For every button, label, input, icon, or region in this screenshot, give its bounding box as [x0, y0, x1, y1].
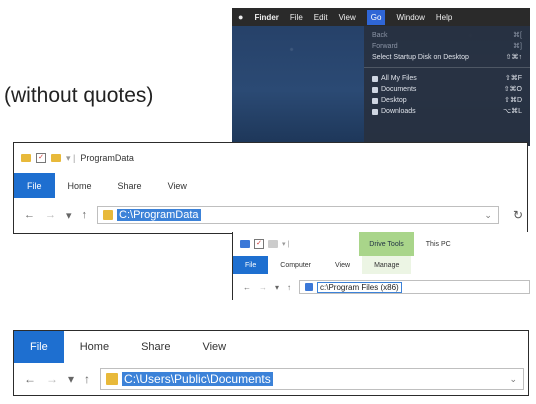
chevron-down-icon[interactable]: ⌄: [509, 374, 517, 385]
tab-computer[interactable]: Computer: [268, 256, 323, 274]
menu-item-documents[interactable]: Documents ⇧⌘O: [364, 84, 530, 95]
tab-share[interactable]: Share: [125, 331, 186, 363]
without-quotes-note: (without quotes): [4, 84, 154, 107]
menu-go[interactable]: Go: [366, 9, 386, 25]
desktop-icon: [372, 97, 378, 104]
explorer-window-public-documents: File Home Share View ← → ▾ ↑ C:\Users\Pu…: [13, 330, 529, 396]
window-title: ProgramData: [80, 153, 134, 163]
address-bar[interactable]: C:\ProgramData ⌄: [97, 206, 499, 224]
menu-item-forward[interactable]: Forward ⌘]: [364, 41, 530, 52]
menu-item-back[interactable]: Back ⌘[: [364, 30, 530, 41]
documents-icon: [372, 86, 378, 93]
address-path[interactable]: C:\ProgramData: [117, 209, 201, 221]
tab-manage[interactable]: Manage: [362, 256, 412, 274]
tab-file[interactable]: File: [233, 256, 269, 274]
recent-dropdown-icon[interactable]: ▾: [68, 372, 74, 386]
quick-access-dropdown-icon[interactable]: ▾ |: [282, 240, 289, 248]
address-bar[interactable]: c:\Program Files (x86): [299, 280, 530, 294]
go-dropdown: Back ⌘[ Forward ⌘] Select Startup Disk o…: [364, 26, 530, 146]
address-path[interactable]: c:\Program Files (x86): [317, 281, 402, 293]
menu-item-downloads[interactable]: Downloads ⌥⌘L: [364, 106, 530, 117]
refresh-icon[interactable]: ↻: [513, 208, 523, 222]
back-arrow-icon[interactable]: ←: [24, 209, 35, 221]
menu-item-desktop[interactable]: Desktop ⇧⌘D: [364, 95, 530, 106]
back-arrow-icon[interactable]: ←: [24, 372, 36, 386]
menu-help[interactable]: Help: [436, 13, 452, 22]
properties-icon[interactable]: ✓: [254, 239, 264, 249]
recent-dropdown-icon[interactable]: ▾: [66, 209, 72, 222]
menu-file[interactable]: File: [290, 13, 303, 22]
explorer-window-this-pc: ✓ ▾ | Drive Tools This PC File Computer …: [232, 232, 534, 300]
up-arrow-icon[interactable]: ↑: [82, 209, 88, 221]
menu-item-startup-disk[interactable]: Select Startup Disk on Desktop ⇧⌘↑: [364, 52, 530, 63]
title-bar: ✓ ▾ | ProgramData: [14, 143, 527, 173]
pc-icon: [240, 240, 250, 248]
tab-home[interactable]: Home: [55, 173, 105, 198]
ribbon-tabs: File Home Share View: [14, 173, 527, 198]
properties-icon[interactable]: ✓: [36, 153, 46, 163]
menu-item-all-my-files[interactable]: All My Files ⇧⌘F: [364, 73, 530, 84]
forward-arrow-icon[interactable]: →: [46, 372, 58, 386]
title-bar: ✓ ▾ | Drive Tools This PC: [233, 232, 534, 256]
folder-icon: [103, 210, 114, 220]
up-arrow-icon[interactable]: ↑: [287, 283, 291, 292]
explorer-window-programdata: ✓ ▾ | ProgramData File Home Share View ←…: [13, 142, 528, 234]
menu-view[interactable]: View: [339, 13, 356, 22]
address-row: ← → ▾ ↑ c:\Program Files (x86): [233, 274, 534, 300]
mac-go-menu-screenshot: ● Finder File Edit View Go Window Help B…: [232, 8, 530, 146]
folder-icon: [21, 154, 31, 162]
forward-arrow-icon[interactable]: →: [259, 283, 267, 292]
address-row: ← → ▾ ↑ C:\Users\Public\Documents ⌄: [14, 363, 528, 395]
tab-home[interactable]: Home: [64, 331, 125, 363]
chevron-down-icon[interactable]: ⌄: [484, 210, 492, 221]
drive-icon: [305, 283, 314, 291]
new-folder-icon[interactable]: [268, 240, 278, 248]
folder-icon: [106, 373, 119, 385]
address-bar[interactable]: C:\Users\Public\Documents ⌄: [100, 368, 524, 390]
downloads-icon: [372, 108, 378, 115]
tab-view[interactable]: View: [186, 331, 242, 363]
recent-dropdown-icon[interactable]: ▾: [275, 283, 279, 292]
apple-icon[interactable]: ●: [238, 12, 243, 22]
menu-finder[interactable]: Finder: [254, 13, 278, 22]
mac-menubar: ● Finder File Edit View Go Window Help: [232, 8, 530, 26]
address-path[interactable]: C:\Users\Public\Documents: [122, 372, 273, 386]
tab-file[interactable]: File: [14, 173, 55, 198]
tab-share[interactable]: Share: [105, 173, 155, 198]
back-arrow-icon[interactable]: ←: [243, 283, 251, 292]
quick-access-dropdown-icon[interactable]: ▾ |: [66, 153, 75, 164]
menu-edit[interactable]: Edit: [314, 13, 328, 22]
tab-file[interactable]: File: [14, 331, 64, 363]
menu-separator: [364, 67, 530, 68]
up-arrow-icon[interactable]: ↑: [84, 372, 90, 386]
ribbon-tabs: File Home Share View: [14, 331, 528, 363]
forward-arrow-icon[interactable]: →: [45, 209, 56, 221]
drive-tools-context-tab[interactable]: Drive Tools: [359, 232, 414, 256]
tab-view[interactable]: View: [323, 256, 362, 274]
tab-view[interactable]: View: [155, 173, 200, 198]
window-title: This PC: [425, 240, 451, 248]
menu-window[interactable]: Window: [396, 13, 424, 22]
ribbon-tabs: File Computer View Manage: [233, 256, 534, 274]
new-folder-icon[interactable]: [51, 154, 61, 162]
all-my-files-icon: [372, 75, 378, 82]
address-row: ← → ▾ ↑ C:\ProgramData ⌄ ↻: [14, 198, 527, 232]
